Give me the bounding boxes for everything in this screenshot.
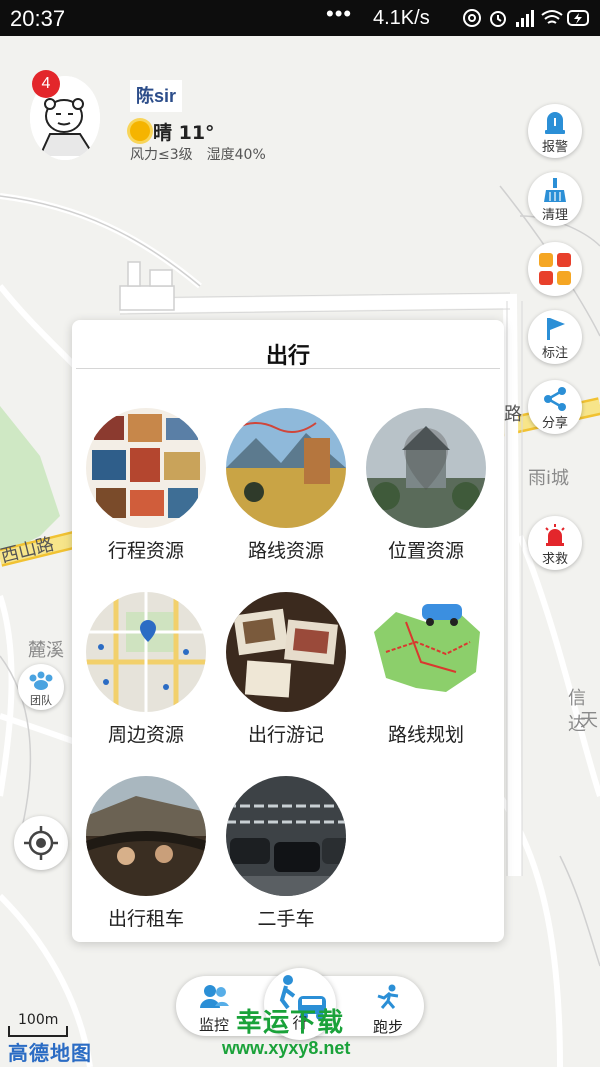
- alarm-icon: [490, 11, 506, 27]
- share-icon: [544, 387, 566, 411]
- route-collage-image: [226, 408, 346, 528]
- panel-divider: [76, 368, 500, 369]
- sos-button[interactable]: 求救: [528, 516, 582, 570]
- amap-logo: 高德地图: [8, 1041, 92, 1065]
- weather-text: 晴 11°: [153, 122, 215, 144]
- location-castle-image: [366, 408, 486, 528]
- watermark-text: 幸运下载: [236, 1008, 345, 1038]
- weather-now: 晴 11°: [130, 118, 215, 145]
- tile-label: 周边资源: [107, 724, 184, 746]
- hotspot-icon: [463, 9, 481, 27]
- nearby-map-image: [86, 592, 206, 712]
- people-icon: [200, 985, 229, 1008]
- wifi-icon: [541, 10, 563, 24]
- more-indicator: •••: [326, 1, 353, 26]
- tile-label: 位置资源: [387, 540, 464, 562]
- signal-icon: [516, 10, 534, 27]
- panel-title: 出行: [265, 344, 310, 369]
- sunny-icon: [130, 121, 150, 141]
- tile-label: 出行游记: [247, 724, 324, 746]
- tile-label: 二手车: [257, 908, 315, 930]
- team-button-label: 团队: [30, 694, 52, 707]
- travel-notes-image: [226, 592, 346, 712]
- running-button[interactable]: 跑步: [358, 984, 418, 1037]
- tile-label: 路线资源: [247, 540, 324, 562]
- alarm-bell-icon: [545, 112, 565, 134]
- used-cars-image: [226, 776, 346, 896]
- sos-button-label: 求救: [541, 552, 568, 567]
- running-label: 跑步: [372, 1018, 403, 1036]
- network-speed: 4.1K/s: [373, 7, 430, 29]
- tile-label: 路线规划: [387, 724, 464, 746]
- monitor-button[interactable]: 监控: [184, 984, 244, 1035]
- itinerary-collage-image: [86, 408, 206, 528]
- locate-button[interactable]: [14, 816, 68, 870]
- weather-detail: 风力≤3级 湿度40%: [130, 144, 280, 164]
- share-button-label: 分享: [541, 416, 568, 431]
- alarm-button-label: 报警: [541, 140, 568, 155]
- status-time: 20:37: [10, 6, 66, 31]
- apps-grid-icon: [539, 253, 571, 285]
- wind-text: 风力≤3级: [130, 147, 193, 163]
- humidity-text: 湿度40%: [206, 147, 266, 163]
- watermark-url: www.xyxy8.net: [222, 1038, 351, 1058]
- map-label-place: 天: [580, 710, 598, 731]
- car-rental-image: [86, 776, 206, 896]
- map-scale-label: 100m: [18, 1012, 59, 1028]
- running-icon: [377, 984, 399, 1009]
- clean-button-label: 清理: [541, 208, 568, 223]
- battery-charging-icon: [567, 10, 589, 26]
- broom-icon: [544, 178, 566, 202]
- apps-button[interactable]: [528, 242, 582, 296]
- alarm-button[interactable]: 报警: [528, 104, 582, 158]
- notification-badge: 4: [32, 70, 60, 98]
- clean-button[interactable]: 清理: [528, 172, 582, 226]
- locate-icon: [24, 826, 58, 860]
- travel-panel: 出行 行程资源 路线资源 位置资源 周边资源 出行游记 路线规划 出行租车 二手…: [72, 320, 504, 942]
- siren-icon: [545, 524, 565, 546]
- flag-icon: [547, 318, 565, 340]
- share-button[interactable]: 分享: [528, 380, 582, 434]
- route-planning-image: [366, 592, 486, 712]
- map-label-place: 雨i城: [528, 468, 570, 489]
- tile-label: 出行租车: [107, 908, 184, 930]
- map-label-place: 麓溪: [28, 640, 64, 661]
- mark-button[interactable]: 标注: [528, 310, 582, 364]
- mark-button-label: 标注: [541, 346, 568, 361]
- status-bar: 20:37 ••• 4.1K/s: [0, 0, 600, 36]
- tile-label: 行程资源: [107, 540, 184, 562]
- map-label-road: 路: [504, 404, 522, 425]
- monitor-label: 监控: [198, 1016, 229, 1034]
- username[interactable]: 陈sir: [130, 80, 183, 112]
- status-icons: [462, 7, 592, 34]
- team-button[interactable]: 团队: [18, 664, 64, 710]
